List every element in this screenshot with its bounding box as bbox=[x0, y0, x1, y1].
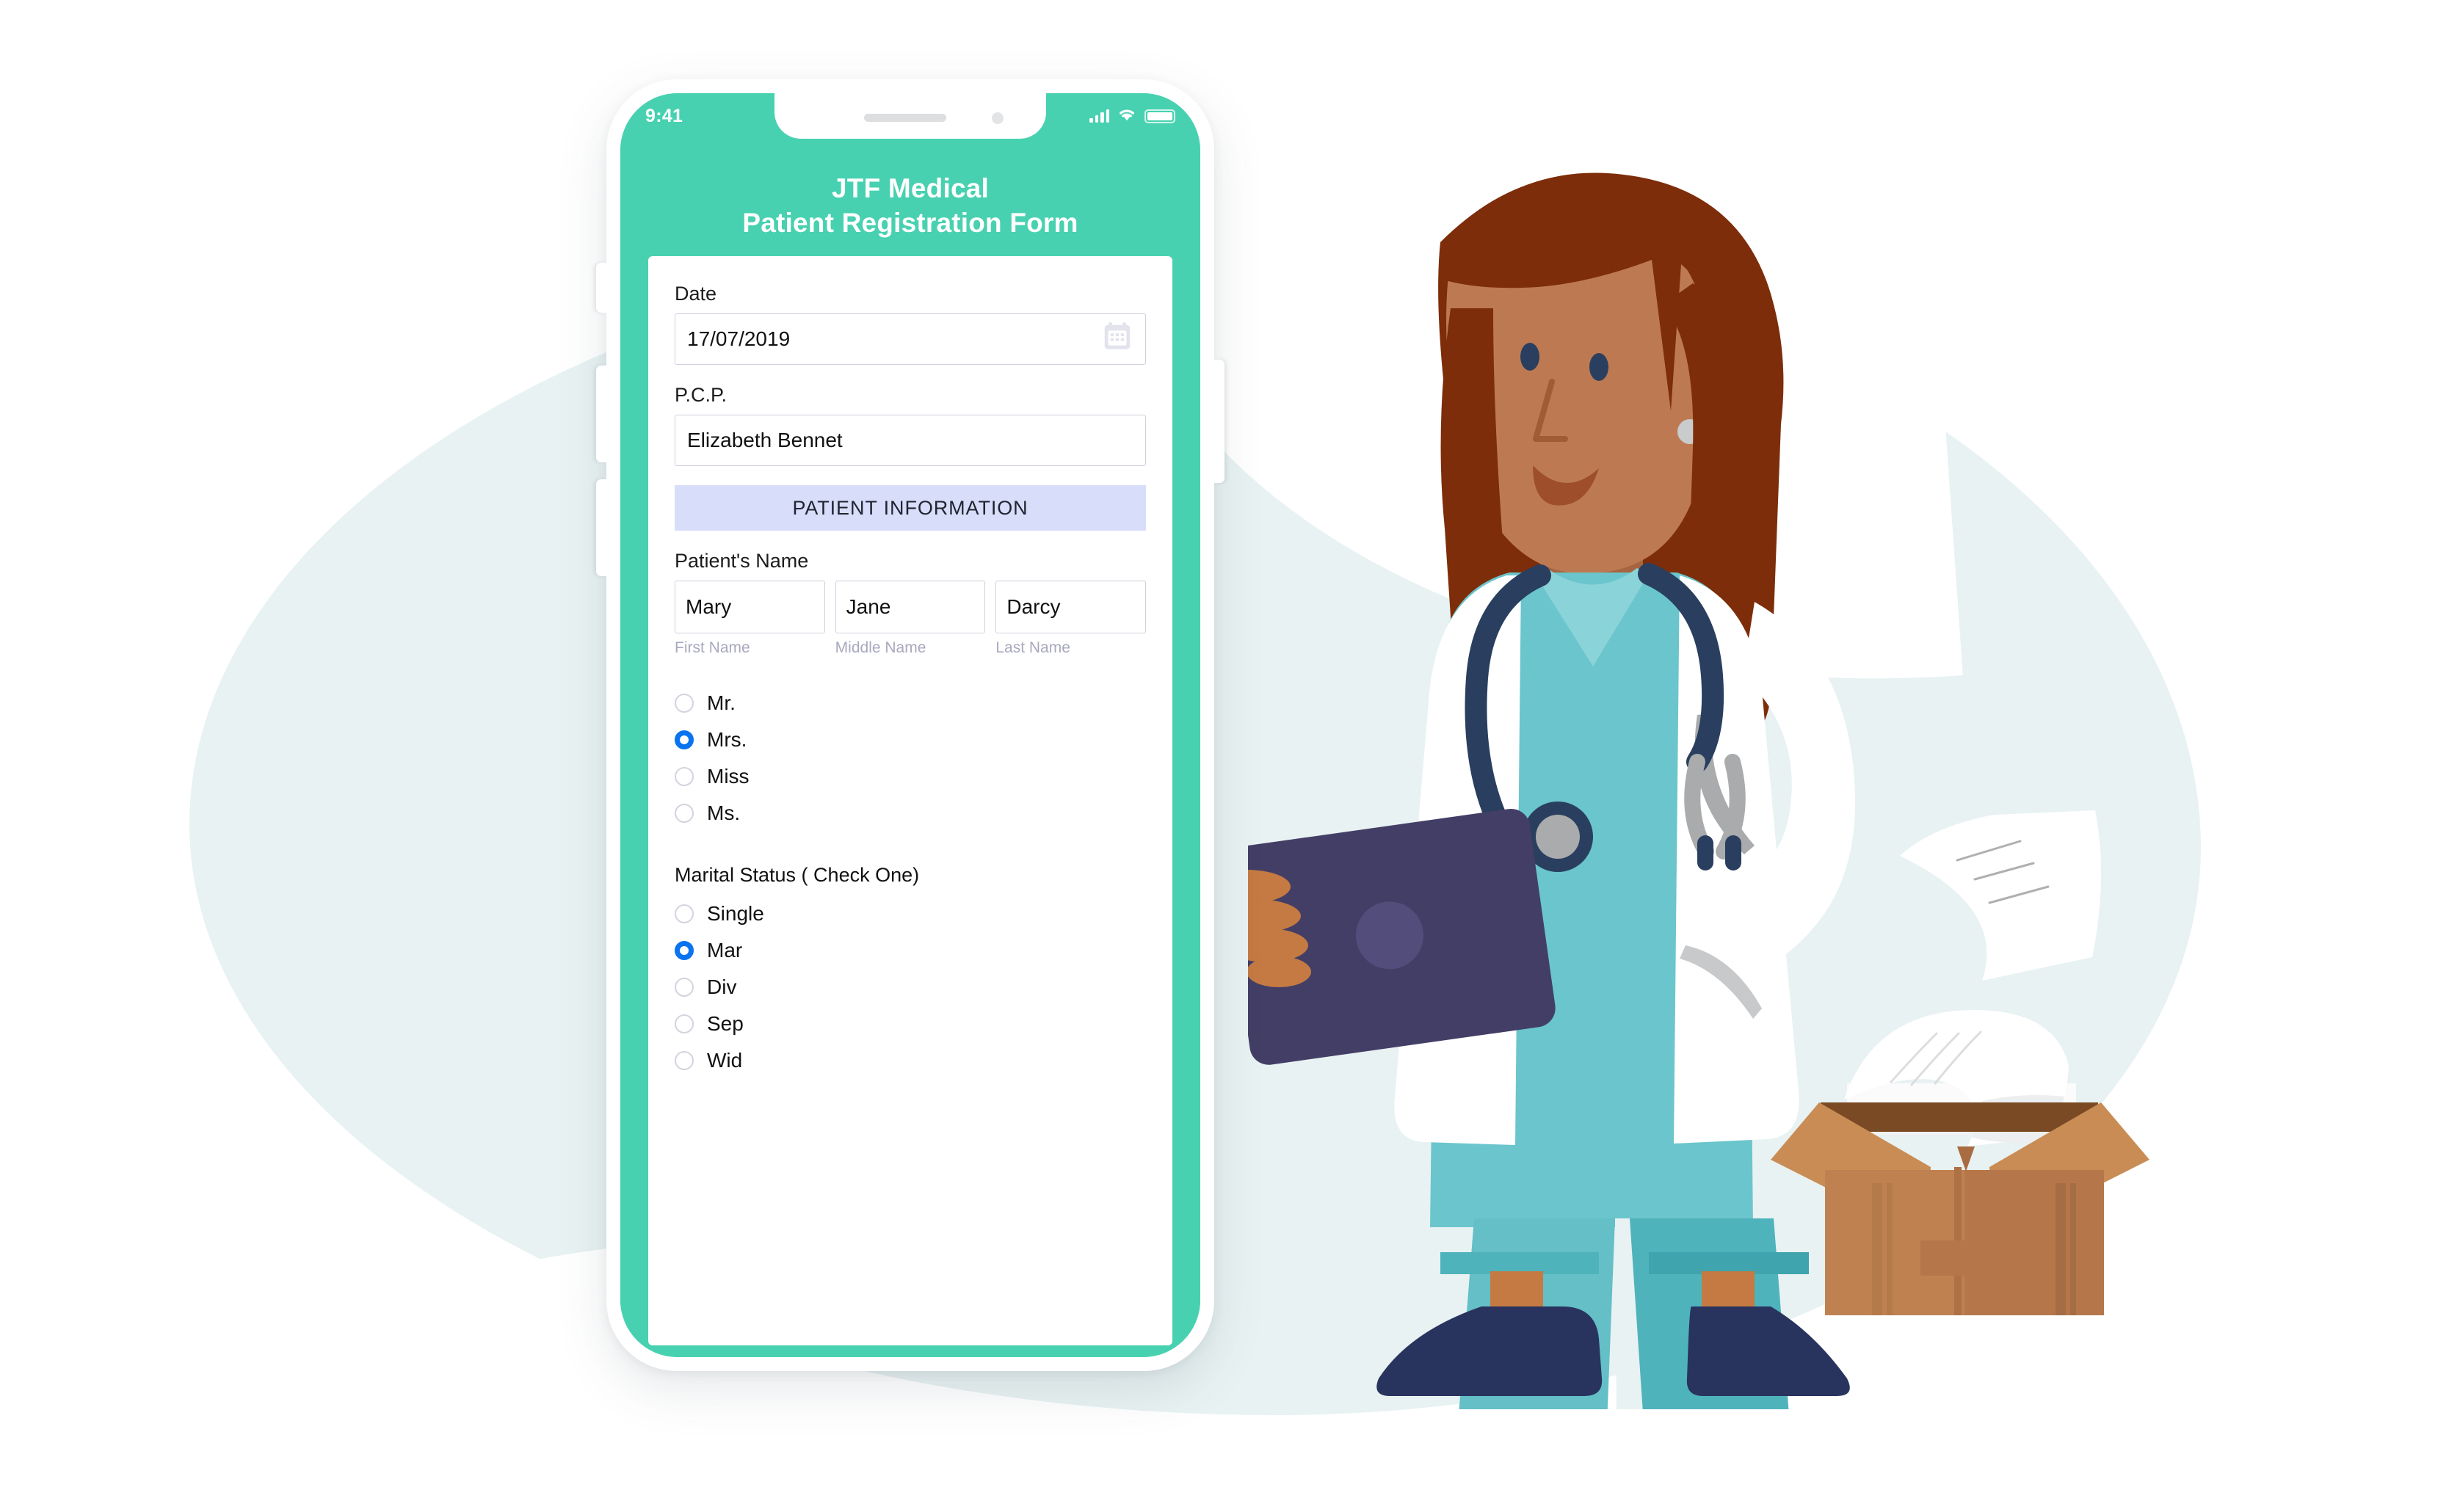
signal-bars-icon bbox=[1089, 109, 1109, 123]
stethoscope-earpiece-right bbox=[1725, 835, 1741, 871]
radio-option-wid[interactable]: Wid bbox=[675, 1042, 1146, 1079]
radio-icon[interactable] bbox=[675, 694, 694, 713]
box-label bbox=[1920, 1240, 1966, 1276]
battery-icon bbox=[1144, 109, 1175, 123]
phone-screen: 9:41 JTF Medical Patient Registration Fo… bbox=[620, 93, 1200, 1357]
radio-label: Mrs. bbox=[707, 728, 747, 751]
middle-name-sublabel: Middle Name bbox=[835, 639, 926, 656]
radio-label: Sep bbox=[707, 1012, 744, 1035]
radio-option-sep[interactable]: Sep bbox=[675, 1006, 1146, 1042]
radio-icon[interactable] bbox=[675, 978, 694, 997]
mute-switch-button[interactable] bbox=[596, 263, 607, 313]
radio-label: Mar bbox=[707, 939, 743, 962]
radio-icon[interactable] bbox=[675, 1051, 694, 1070]
illustration-scene: 9:41 JTF Medical Patient Registration Fo… bbox=[0, 0, 2449, 1512]
status-bar-icons bbox=[1089, 107, 1175, 125]
last-name-input[interactable]: Darcy bbox=[995, 581, 1147, 633]
radio-option-mar[interactable]: Mar bbox=[675, 932, 1146, 969]
shoe-left bbox=[1376, 1306, 1603, 1396]
radio-icon[interactable] bbox=[675, 1014, 694, 1033]
first-name-sublabel: First Name bbox=[675, 639, 750, 656]
stethoscope-chestpiece-inner bbox=[1536, 815, 1580, 859]
middle-name-group: Jane Middle Name bbox=[835, 581, 986, 657]
first-name-value: Mary bbox=[686, 595, 732, 618]
pcp-input-value: Elizabeth Bennet bbox=[687, 429, 843, 451]
marital-status-label: Marital Status ( Check One) bbox=[675, 864, 920, 886]
radio-icon-selected[interactable] bbox=[675, 730, 694, 749]
volume-down-button[interactable] bbox=[596, 479, 607, 576]
ankle-right bbox=[1702, 1271, 1755, 1309]
radio-option-mrs[interactable]: Mrs. bbox=[675, 722, 1146, 758]
radio-option-miss[interactable]: Miss bbox=[675, 758, 1146, 795]
date-label: Date bbox=[675, 283, 717, 305]
app-title-line2: Patient Registration Form bbox=[742, 208, 1078, 239]
box-tape-right2 bbox=[2070, 1183, 2076, 1315]
middle-name-value: Jane bbox=[846, 595, 891, 618]
marital-status-radio-group: Single Mar Div Sep Wid bbox=[675, 895, 1146, 1079]
flying-paper-sheet bbox=[1900, 810, 2102, 981]
box-tape-left bbox=[1872, 1183, 1882, 1315]
calendar-icon[interactable] bbox=[1101, 321, 1133, 358]
radio-label: Wid bbox=[707, 1049, 743, 1072]
date-input-value: 17/07/2019 bbox=[687, 327, 791, 350]
patient-information-band: PATIENT INFORMATION bbox=[675, 485, 1146, 531]
radio-label: Single bbox=[707, 902, 764, 925]
patient-name-row: Mary First Name Jane Middle Name Darcy L… bbox=[675, 581, 1147, 657]
first-name-input[interactable]: Mary bbox=[675, 581, 825, 633]
radio-label: Miss bbox=[707, 765, 750, 788]
radio-icon[interactable] bbox=[675, 904, 694, 923]
cardboard-box-with-papers bbox=[1771, 1009, 2149, 1315]
pcp-input[interactable]: Elizabeth Bennet bbox=[675, 415, 1146, 466]
registration-form-card: Date 17/07/2019 P.C.P. Elizabeth Bennet … bbox=[648, 256, 1172, 1345]
radio-label: Div bbox=[707, 975, 737, 998]
pcp-label: P.C.P. bbox=[675, 384, 728, 406]
radio-icon[interactable] bbox=[675, 767, 694, 786]
stethoscope-earpiece-left bbox=[1697, 835, 1713, 871]
power-button[interactable] bbox=[1213, 360, 1224, 483]
box-front-right bbox=[1964, 1170, 2104, 1315]
status-bar-time: 9:41 bbox=[645, 105, 683, 126]
wifi-icon bbox=[1117, 107, 1136, 125]
app-title: JTF Medical Patient Registration Form bbox=[620, 171, 1200, 241]
app-title-line1: JTF Medical bbox=[832, 173, 989, 203]
title-radio-group: Mr. Mrs. Miss Ms. bbox=[675, 685, 1146, 832]
date-input[interactable]: 17/07/2019 bbox=[675, 313, 1146, 365]
eye-left bbox=[1520, 343, 1539, 371]
box-tape-left2 bbox=[1887, 1183, 1893, 1315]
radio-label: Mr. bbox=[707, 691, 736, 714]
phone-mockup: 9:41 JTF Medical Patient Registration Fo… bbox=[596, 79, 1224, 1371]
box-tape-right bbox=[2056, 1183, 2066, 1315]
first-name-group: Mary First Name bbox=[675, 581, 825, 657]
radio-icon[interactable] bbox=[675, 804, 694, 823]
last-name-sublabel: Last Name bbox=[995, 639, 1070, 656]
last-name-value: Darcy bbox=[1006, 595, 1061, 618]
radio-option-ms[interactable]: Ms. bbox=[675, 795, 1146, 832]
ankle-left bbox=[1490, 1271, 1543, 1309]
radio-label: Ms. bbox=[707, 802, 741, 824]
radio-option-single[interactable]: Single bbox=[675, 895, 1146, 932]
pants-cuff-left bbox=[1440, 1252, 1599, 1274]
volume-up-button[interactable] bbox=[596, 366, 607, 462]
radio-option-div[interactable]: Div bbox=[675, 969, 1146, 1006]
middle-name-input[interactable]: Jane bbox=[835, 581, 986, 633]
last-name-group: Darcy Last Name bbox=[995, 581, 1147, 657]
patient-name-label: Patient's Name bbox=[675, 550, 809, 572]
radio-option-mr[interactable]: Mr. bbox=[675, 685, 1146, 722]
status-bar: 9:41 bbox=[620, 93, 1200, 139]
radio-icon-selected[interactable] bbox=[675, 941, 694, 960]
eye-right bbox=[1589, 353, 1608, 381]
